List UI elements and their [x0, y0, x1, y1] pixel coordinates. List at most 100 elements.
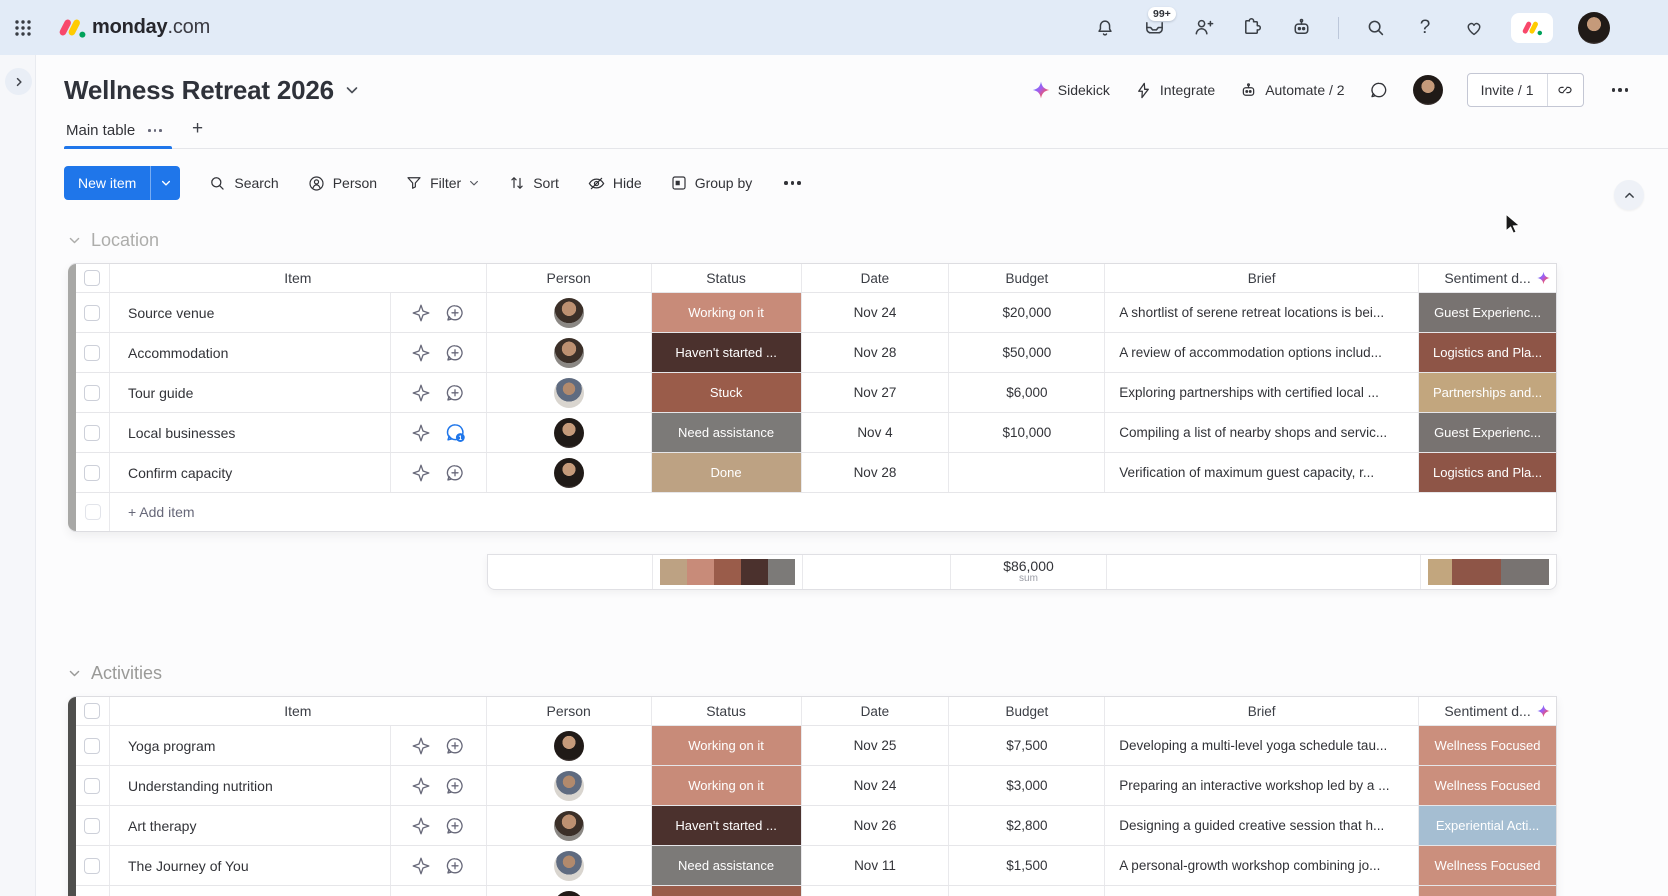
- add-update-icon[interactable]: [445, 383, 465, 403]
- column-status[interactable]: Status: [652, 264, 802, 292]
- budget-cell[interactable]: [949, 886, 1105, 896]
- budget-cell[interactable]: $3,000: [949, 766, 1105, 805]
- sentiment-cell[interactable]: Logistics and Pla...: [1419, 333, 1556, 372]
- date-cell[interactable]: Nov 4: [802, 413, 950, 452]
- sentiment-cell[interactable]: Logistics and Pla...: [1419, 453, 1556, 492]
- tab-main-table[interactable]: Main table: [64, 122, 172, 148]
- column-sentiment[interactable]: Sentiment d...: [1419, 264, 1556, 292]
- status-cell[interactable]: Done: [652, 453, 802, 492]
- brief-cell[interactable]: Designing a guided creative session that…: [1105, 806, 1419, 845]
- status-cell[interactable]: Haven't started ...: [652, 333, 802, 372]
- row-checkbox[interactable]: [76, 846, 110, 885]
- row-checkbox[interactable]: [76, 726, 110, 765]
- date-cell[interactable]: Nov 25: [802, 726, 950, 765]
- brief-cell[interactable]: [1105, 886, 1419, 896]
- brief-cell[interactable]: Developing a multi-level yoga schedule t…: [1105, 726, 1419, 765]
- budget-cell[interactable]: $20,000: [949, 293, 1105, 332]
- person-cell[interactable]: [487, 766, 652, 805]
- column-budget[interactable]: Budget: [949, 264, 1105, 292]
- ai-sparkle-icon[interactable]: [411, 343, 431, 363]
- row-checkbox[interactable]: [76, 373, 110, 412]
- select-all-checkbox[interactable]: [76, 697, 110, 725]
- column-brief[interactable]: Brief: [1105, 264, 1419, 292]
- person-cell[interactable]: [487, 886, 652, 896]
- date-cell[interactable]: Nov 28: [802, 453, 950, 492]
- brief-cell[interactable]: A personal-growth workshop combining jo.…: [1105, 846, 1419, 885]
- select-all-checkbox[interactable]: [76, 264, 110, 292]
- brief-cell[interactable]: Compiling a list of nearby shops and ser…: [1105, 413, 1419, 452]
- budget-cell[interactable]: $6,000: [949, 373, 1105, 412]
- group-header[interactable]: Location: [68, 227, 159, 253]
- row-checkbox[interactable]: [76, 453, 110, 492]
- item-name-cell[interactable]: Art therapy: [110, 806, 390, 845]
- status-cell[interactable]: Stuck: [652, 373, 802, 412]
- budget-cell[interactable]: [949, 453, 1105, 492]
- sentiment-cell[interactable]: Partnerships and...: [1419, 373, 1556, 412]
- board-title-chevron-icon[interactable]: [344, 82, 360, 98]
- row-checkbox[interactable]: [76, 806, 110, 845]
- add-update-icon[interactable]: [445, 736, 465, 756]
- person-cell[interactable]: [487, 453, 652, 492]
- status-cell[interactable]: Need assistance: [652, 846, 802, 885]
- ai-sparkle-icon[interactable]: [411, 303, 431, 323]
- board-owner-avatar[interactable]: [1413, 75, 1443, 105]
- invite-members-icon[interactable]: [1191, 16, 1215, 40]
- brief-cell[interactable]: Exploring partnerships with certified lo…: [1105, 373, 1419, 412]
- ai-sparkle-icon[interactable]: [411, 856, 431, 876]
- add-update-icon[interactable]: [445, 776, 465, 796]
- date-cell[interactable]: Nov 27: [802, 373, 950, 412]
- item-name-cell[interactable]: Tour guide: [110, 373, 390, 412]
- sentiment-distribution-bar[interactable]: [1428, 559, 1549, 585]
- status-distribution-bar[interactable]: [660, 559, 795, 585]
- sentiment-cell[interactable]: Wellness Focused: [1419, 766, 1556, 805]
- column-item[interactable]: Item: [110, 697, 487, 725]
- item-name-cell[interactable]: Source venue: [110, 293, 390, 332]
- add-update-icon[interactable]: [445, 816, 465, 836]
- column-status[interactable]: Status: [652, 697, 802, 725]
- search-icon[interactable]: [1364, 16, 1388, 40]
- person-cell[interactable]: [487, 333, 652, 372]
- add-item-label[interactable]: + Add item: [110, 504, 195, 520]
- person-cell[interactable]: [487, 413, 652, 452]
- sort-button[interactable]: Sort: [508, 174, 559, 192]
- date-cell[interactable]: Nov 11: [802, 846, 950, 885]
- budget-cell[interactable]: $2,800: [949, 806, 1105, 845]
- add-update-icon[interactable]: [445, 463, 465, 483]
- column-person[interactable]: Person: [487, 697, 652, 725]
- date-cell[interactable]: [802, 886, 950, 896]
- monday-logo[interactable]: monday.com: [58, 16, 210, 40]
- person-filter-button[interactable]: Person: [307, 174, 377, 193]
- add-view-button[interactable]: +: [188, 118, 207, 148]
- budget-cell[interactable]: $1,500: [949, 846, 1105, 885]
- brief-cell[interactable]: Preparing an interactive workshop led by…: [1105, 766, 1419, 805]
- budget-cell[interactable]: $50,000: [949, 333, 1105, 372]
- person-cell[interactable]: [487, 726, 652, 765]
- column-brief[interactable]: Brief: [1105, 697, 1419, 725]
- date-cell[interactable]: Nov 28: [802, 333, 950, 372]
- column-item[interactable]: Item: [110, 264, 487, 292]
- brief-cell[interactable]: A review of accommodation options includ…: [1105, 333, 1419, 372]
- ai-sparkle-icon[interactable]: [411, 816, 431, 836]
- budget-cell[interactable]: $10,000: [949, 413, 1105, 452]
- ai-sparkle-icon[interactable]: [411, 776, 431, 796]
- ai-sparkle-icon[interactable]: [411, 383, 431, 403]
- apps-grid-icon[interactable]: [10, 15, 36, 41]
- column-budget[interactable]: Budget: [949, 697, 1105, 725]
- column-date[interactable]: Date: [802, 264, 950, 292]
- invite-button[interactable]: Invite / 1: [1468, 74, 1547, 106]
- add-update-icon[interactable]: [445, 856, 465, 876]
- notifications-bell-icon[interactable]: [1093, 16, 1117, 40]
- item-name-cell[interactable]: Local businesses: [110, 413, 390, 452]
- ai-sparkle-icon[interactable]: [411, 736, 431, 756]
- sentiment-cell[interactable]: [1419, 886, 1556, 896]
- whats-new-heart-icon[interactable]: [1462, 16, 1486, 40]
- item-name-cell[interactable]: [110, 886, 390, 896]
- collapse-header-button[interactable]: [1614, 180, 1644, 210]
- search-button[interactable]: Search: [208, 174, 278, 193]
- add-update-icon[interactable]: [445, 343, 465, 363]
- column-person[interactable]: Person: [487, 264, 652, 292]
- monday-home-icon[interactable]: [1511, 13, 1553, 43]
- item-name-cell[interactable]: Confirm capacity: [110, 453, 390, 492]
- group-by-button[interactable]: Group by: [670, 174, 753, 192]
- add-item-row[interactable]: + Add item: [76, 493, 1556, 531]
